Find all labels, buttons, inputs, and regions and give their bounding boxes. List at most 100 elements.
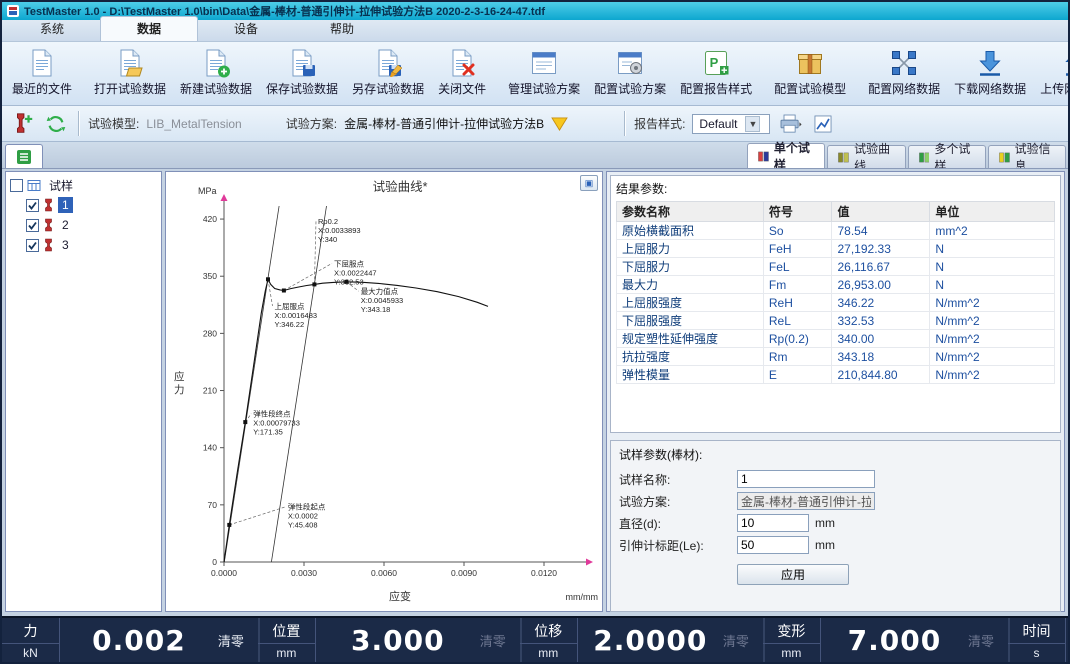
- svg-text:弹性段终点: 弹性段终点: [253, 409, 291, 419]
- svg-text:0: 0: [212, 557, 217, 567]
- specimen-name-input[interactable]: [737, 470, 875, 488]
- gauge-length-input[interactable]: [737, 536, 809, 554]
- new-file-button[interactable]: 新建试验数据: [173, 44, 259, 103]
- open-file-button[interactable]: 打开试验数据: [87, 44, 173, 103]
- tab-sample-list[interactable]: [5, 144, 43, 168]
- table-row[interactable]: 弹性模量E210,844.80N/mm^2: [617, 366, 1055, 384]
- apply-button[interactable]: 应用: [737, 564, 849, 585]
- results-column-header: 单位: [930, 202, 1055, 222]
- status-segment-3: 变形mm7.000清零: [763, 618, 1008, 662]
- report-chart-button[interactable]: [810, 111, 836, 137]
- save-file-icon: [287, 48, 317, 78]
- table-row[interactable]: 下屈服力FeL26,116.67N: [617, 258, 1055, 276]
- tree-item[interactable]: 1: [8, 195, 159, 215]
- svg-text:弹性段起点: 弹性段起点: [288, 502, 326, 512]
- specimen-icon: [43, 218, 54, 232]
- chart-maximize-button[interactable]: ▣: [580, 175, 598, 191]
- clear-button[interactable]: 清零: [968, 631, 1006, 650]
- diameter-unit: mm: [815, 516, 835, 530]
- refresh-button[interactable]: [43, 111, 69, 137]
- svg-text:70: 70: [208, 500, 218, 510]
- report-style-select[interactable]: Default ▼: [692, 114, 770, 134]
- channel-value: 3.000: [316, 624, 480, 657]
- results-column-header: 参数名称: [617, 202, 764, 222]
- tree-root[interactable]: 试样: [8, 175, 159, 195]
- menu-tab[interactable]: 数据: [100, 16, 198, 41]
- add-specimen-button[interactable]: [10, 111, 36, 137]
- table-row[interactable]: 最大力Fm26,953.00N: [617, 276, 1055, 294]
- svg-text:0.0090: 0.0090: [451, 568, 477, 578]
- network-config-button[interactable]: 配置网络数据: [861, 44, 947, 103]
- results-table: 参数名称符号值单位 原始横截面积So78.54mm^2上屈服力FeH27,192…: [616, 201, 1055, 384]
- checkbox-icon[interactable]: [26, 219, 39, 232]
- recent-file-button[interactable]: 最近的文件: [5, 44, 79, 103]
- statusbar: 力kN0.002清零位置mm3.000清零位移mm2.0000清零变形mm7.0…: [2, 616, 1068, 662]
- manage-scheme-button[interactable]: 管理试验方案: [501, 44, 587, 103]
- svg-text:X:0.0033893: X:0.0033893: [318, 226, 361, 235]
- app-window: TestMaster 1.0 - D:\TestMaster 1.0\bin\D…: [0, 0, 1070, 664]
- sample-tree: 试样123: [5, 171, 162, 612]
- menu-tab[interactable]: 系统: [4, 17, 100, 41]
- channel-label: 位置mm: [258, 618, 316, 662]
- right-tabs: 单个试样试验曲线多个试样试验信息: [747, 143, 1068, 168]
- channel-value: 7.000: [821, 624, 968, 657]
- add-specimen-icon: [11, 112, 35, 136]
- print-button[interactable]: [777, 111, 803, 137]
- tree-item[interactable]: 3: [8, 235, 159, 255]
- diameter-input[interactable]: [737, 514, 809, 532]
- table-row[interactable]: 抗拉强度Rm343.18N/mm^2: [617, 348, 1055, 366]
- chevron-down-icon: ▼: [745, 116, 760, 132]
- table-row[interactable]: 规定塑性延伸强度Rp(0.2)340.00N/mm^2: [617, 330, 1055, 348]
- table-row[interactable]: 下屈服强度ReL332.53N/mm^2: [617, 312, 1055, 330]
- model-button[interactable]: 配置试验模型: [767, 44, 853, 103]
- clear-button[interactable]: 清零: [723, 631, 761, 650]
- menu-tab[interactable]: 设备: [198, 17, 294, 41]
- results-column-header: 值: [832, 202, 930, 222]
- svg-text:P: P: [710, 55, 719, 70]
- svg-text:应: 应: [174, 370, 185, 383]
- checkbox-icon[interactable]: [26, 239, 39, 252]
- content-area: 试样123 试验曲线*0701402102803504200.00000.003…: [2, 168, 1068, 616]
- params-title: 试样参数(棒材):: [619, 446, 1052, 463]
- tab-2[interactable]: 多个试样: [908, 145, 986, 168]
- warning-icon[interactable]: [551, 117, 568, 131]
- download-icon: [975, 48, 1005, 78]
- upload-button[interactable]: 上传网络数据: [1033, 44, 1070, 103]
- table-row[interactable]: 上屈服强度ReH346.22N/mm^2: [617, 294, 1055, 312]
- svg-text:mm/mm: mm/mm: [566, 592, 599, 602]
- model-icon: [795, 48, 825, 78]
- menu-tab[interactable]: 帮助: [294, 17, 390, 41]
- svg-text:X:0.0002: X:0.0002: [288, 512, 318, 521]
- table-row[interactable]: 上屈服力FeH27,192.33N: [617, 240, 1055, 258]
- clear-button[interactable]: 清零: [218, 631, 256, 650]
- clear-button[interactable]: 清零: [480, 631, 518, 650]
- config-scheme-button[interactable]: 配置试验方案: [587, 44, 673, 103]
- tab-0[interactable]: 单个试样: [747, 143, 825, 168]
- report-style-label: 报告样式:: [634, 115, 685, 132]
- tab-3[interactable]: 试验信息: [988, 145, 1066, 168]
- results-header: 结果参数:: [616, 180, 1055, 197]
- diameter-label: 直径(d):: [619, 515, 737, 532]
- tab-1[interactable]: 试验曲线: [827, 145, 905, 168]
- svg-text:应变: 应变: [389, 589, 411, 603]
- svg-text:X:0.0016483: X:0.0016483: [275, 311, 318, 320]
- save-as-icon: [373, 48, 403, 78]
- tab-icon: [758, 150, 769, 163]
- report-style-button[interactable]: P配置报告样式: [673, 44, 759, 103]
- save-file-button[interactable]: 保存试验数据: [259, 44, 345, 103]
- table-row[interactable]: 原始横截面积So78.54mm^2: [617, 222, 1055, 240]
- svg-text:最大力值点: 最大力值点: [361, 286, 399, 296]
- close-file-icon: [447, 48, 477, 78]
- svg-text:0.0030: 0.0030: [291, 568, 317, 578]
- download-button[interactable]: 下载网络数据: [947, 44, 1033, 103]
- main-toolbar: 最近的文件打开试验数据新建试验数据保存试验数据另存试验数据关闭文件管理试验方案配…: [2, 42, 1068, 106]
- checkbox-icon[interactable]: [10, 179, 23, 192]
- close-file-button[interactable]: 关闭文件: [431, 44, 493, 103]
- results-body: 原始横截面积So78.54mm^2上屈服力FeH27,192.33N下屈服力Fe…: [617, 222, 1055, 384]
- refresh-icon: [45, 113, 67, 135]
- menubar: 系统数据设备帮助: [2, 20, 1068, 42]
- open-file-icon: [115, 48, 145, 78]
- tree-item[interactable]: 2: [8, 215, 159, 235]
- checkbox-icon[interactable]: [26, 199, 39, 212]
- save-as-button[interactable]: 另存试验数据: [345, 44, 431, 103]
